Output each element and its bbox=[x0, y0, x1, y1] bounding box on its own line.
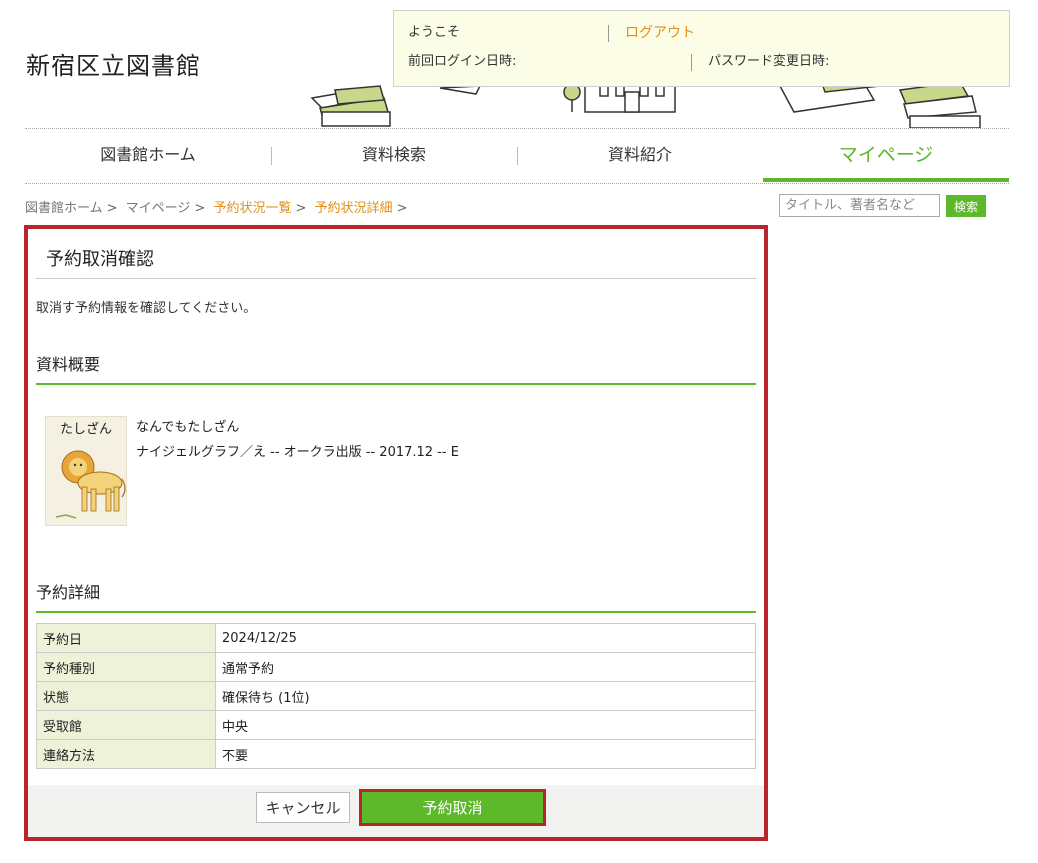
user-info-box: ようこそ ログアウト 前回ログイン日時: パスワード変更日時: bbox=[393, 10, 1010, 87]
intro-text: 取消す予約情報を確認してください。 bbox=[36, 301, 257, 316]
book-title[interactable]: なんでもたしざん bbox=[136, 416, 239, 435]
last-login-label: 前回ログイン日時: bbox=[408, 54, 517, 69]
action-bar: キャンセル 予約取消 bbox=[28, 785, 764, 837]
password-change-label: パスワード変更日時: bbox=[708, 54, 830, 69]
reservation-cancel-panel: 予約取消確認 取消す予約情報を確認してください。 資料概要 たしざん なんでもた… bbox=[24, 225, 768, 841]
search-button[interactable]: 検索 bbox=[946, 195, 986, 217]
table-row: 状態 確保待ち (1位) bbox=[36, 681, 756, 711]
logout-link[interactable]: ログアウト bbox=[625, 22, 695, 44]
search-input[interactable] bbox=[779, 194, 940, 217]
table-row: 連絡方法 不要 bbox=[36, 739, 756, 769]
site-title: 新宿区立図書館 bbox=[26, 52, 201, 80]
nav-item-home[interactable]: 図書館ホーム bbox=[25, 132, 271, 182]
breadcrumb-home[interactable]: 図書館ホーム bbox=[25, 201, 103, 216]
book-cover-title: たしざん bbox=[60, 421, 112, 437]
table-row: 予約日 2024/12/25 bbox=[36, 623, 756, 653]
breadcrumb-mypage[interactable]: マイページ bbox=[126, 201, 191, 216]
nav-item-search[interactable]: 資料検索 bbox=[271, 132, 517, 182]
divider bbox=[25, 183, 1009, 184]
material-section-title: 資料概要 bbox=[36, 351, 756, 385]
book-cover-image: たしざん bbox=[45, 416, 127, 526]
detail-label: 連絡方法 bbox=[36, 739, 216, 769]
table-row: 予約種別 通常予約 bbox=[36, 652, 756, 682]
detail-label: 状態 bbox=[36, 681, 216, 711]
book-meta: ナイジェルグラフ／え -- オークラ出版 -- 2017.12 -- E bbox=[136, 445, 459, 460]
divider bbox=[691, 54, 692, 71]
detail-value: 通常予約 bbox=[215, 652, 756, 682]
nav-item-mypage[interactable]: マイページ bbox=[763, 132, 1009, 182]
nav-item-introductions[interactable]: 資料紹介 bbox=[517, 132, 763, 182]
detail-value: 中央 bbox=[215, 710, 756, 740]
page-title: 予約取消確認 bbox=[46, 249, 154, 270]
detail-value: 不要 bbox=[215, 739, 756, 769]
detail-label: 受取館 bbox=[36, 710, 216, 740]
detail-label: 予約種別 bbox=[36, 652, 216, 682]
detail-value: 確保待ち (1位) bbox=[215, 681, 756, 711]
confirm-cancel-reservation-button[interactable]: 予約取消 bbox=[359, 789, 546, 826]
detail-section-title: 予約詳細 bbox=[36, 579, 756, 613]
divider bbox=[36, 278, 756, 279]
main-nav: 図書館ホーム 資料検索 資料紹介 マイページ bbox=[25, 132, 1009, 182]
table-row: 受取館 中央 bbox=[36, 710, 756, 740]
divider bbox=[608, 25, 609, 42]
divider bbox=[25, 128, 1009, 129]
detail-label: 予約日 bbox=[36, 623, 216, 653]
breadcrumb-reservation-list[interactable]: 予約状況一覧 bbox=[213, 201, 291, 216]
welcome-label: ようこそ bbox=[408, 25, 461, 40]
reservation-detail-table: 予約日 2024/12/25 予約種別 通常予約 状態 確保待ち (1位) 受取… bbox=[36, 623, 756, 769]
cancel-button[interactable]: キャンセル bbox=[256, 792, 350, 823]
breadcrumb-reservation-detail[interactable]: 予約状況詳細 bbox=[315, 201, 393, 216]
detail-value: 2024/12/25 bbox=[215, 623, 756, 653]
breadcrumb: 図書館ホーム > マイページ > 予約状況一覧 > 予約状況詳細 > bbox=[25, 201, 408, 216]
